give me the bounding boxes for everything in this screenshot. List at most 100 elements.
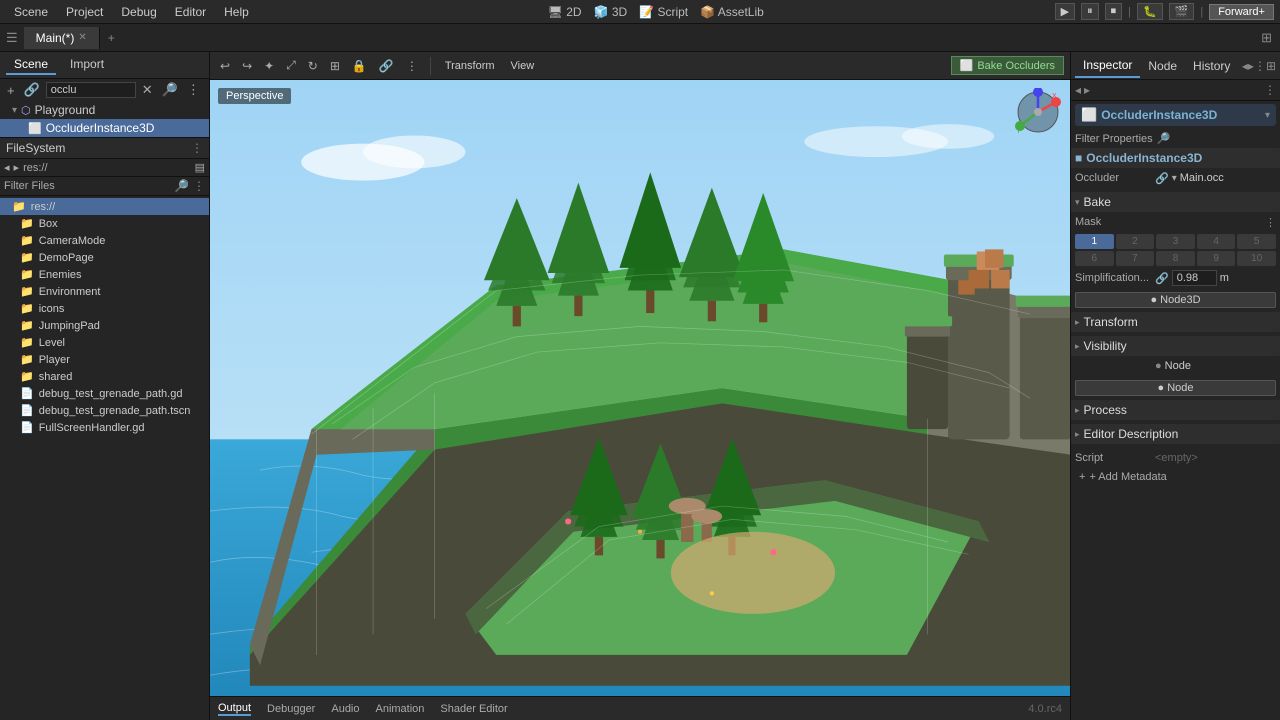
menu-debug[interactable]: Debug xyxy=(113,3,164,21)
mask-cell-4[interactable]: 4 xyxy=(1197,234,1236,249)
simplification-value[interactable]: 🔗 m xyxy=(1155,270,1276,286)
fs-breadcrumb-arrow[interactable]: ◂ xyxy=(4,161,10,174)
scene-more-button[interactable]: ⋮ xyxy=(184,81,203,99)
fs-item-demo[interactable]: 📁 DemoPage xyxy=(0,249,209,266)
simplification-input[interactable] xyxy=(1172,270,1217,286)
mask-cell-1[interactable]: 1 xyxy=(1075,234,1114,249)
bake-occluders-button[interactable]: ⬜ Bake Occluders xyxy=(951,56,1064,75)
process-section-header[interactable]: ▸ Process xyxy=(1071,400,1280,420)
node-tab[interactable]: Node xyxy=(1140,55,1185,77)
collapse-left-panel[interactable]: ☰ xyxy=(0,26,24,50)
menu-help[interactable]: Help xyxy=(216,3,257,21)
fs-item-icons[interactable]: 📁 icons xyxy=(0,300,209,317)
pause-button[interactable]: ⏸ xyxy=(1081,3,1099,20)
tab-3d[interactable]: 🧊 3D xyxy=(594,5,628,19)
menu-editor[interactable]: Editor xyxy=(167,3,214,21)
rotate-tool[interactable]: ↻ xyxy=(304,57,322,75)
play-button[interactable]: ▶ xyxy=(1055,3,1075,20)
right-toolbar-more[interactable]: ⋮ xyxy=(1264,83,1276,97)
fs-item-box[interactable]: 📁 Box xyxy=(0,215,209,232)
tab-2d[interactable]: 🖥 2D xyxy=(548,5,582,19)
fs-item-grenade-gd[interactable]: 📄 debug_test_grenade_path.gd xyxy=(0,385,209,402)
menu-project[interactable]: Project xyxy=(58,3,111,21)
simplification-link[interactable]: 🔗 xyxy=(1155,272,1169,285)
fs-item-shared[interactable]: 📁 shared xyxy=(0,368,209,385)
tab-assetlib[interactable]: 📦 AssetLib xyxy=(700,5,764,19)
tab-script[interactable]: 📝 Script xyxy=(639,5,688,19)
main-tab-close[interactable]: ✕ xyxy=(78,32,86,43)
add-metadata-button[interactable]: + + Add Metadata xyxy=(1071,468,1280,486)
mask-cell-7[interactable]: 7 xyxy=(1116,251,1155,266)
movie-button[interactable]: 🎬 xyxy=(1169,3,1195,20)
history-tab[interactable]: History xyxy=(1185,55,1238,77)
fs-more-button[interactable]: ⋮ xyxy=(191,141,203,155)
scene-search-clear[interactable]: ✕ xyxy=(139,81,156,99)
shader-editor-tab[interactable]: Shader Editor xyxy=(440,703,507,715)
mask-cell-3[interactable]: 3 xyxy=(1156,234,1195,249)
animation-tab[interactable]: Animation xyxy=(376,703,425,715)
move-tool[interactable]: ⤢ xyxy=(282,56,300,75)
fs-list-toggle[interactable]: ▤ xyxy=(195,161,205,174)
lock-button[interactable]: 🔒 xyxy=(348,57,371,75)
filter-search-icon[interactable]: 🔎 xyxy=(1157,132,1171,145)
debug-button[interactable]: 🐛 xyxy=(1137,3,1163,20)
instance-node-button[interactable]: 🔗 xyxy=(21,81,43,99)
transform-button[interactable]: Transform xyxy=(439,58,501,74)
bake-section-header[interactable]: ▾ Bake xyxy=(1071,192,1280,212)
scale-tool[interactable]: ⊞ xyxy=(326,57,344,75)
fs-item-camera[interactable]: 📁 CameraMode xyxy=(0,232,209,249)
audio-tab[interactable]: Audio xyxy=(331,703,359,715)
debugger-tab[interactable]: Debugger xyxy=(267,703,315,715)
editor-desc-header[interactable]: ▸ Editor Description xyxy=(1071,424,1280,444)
fs-item-environment[interactable]: 📁 Environment xyxy=(0,283,209,300)
output-tab[interactable]: Output xyxy=(218,702,251,716)
occluder-expand-icon[interactable]: ▾ xyxy=(1172,173,1177,184)
right-panel-more[interactable]: ⋮ xyxy=(1254,59,1266,73)
fs-item-enemies[interactable]: 📁 Enemies xyxy=(0,266,209,283)
object-history-next[interactable]: ▸ xyxy=(1084,83,1090,97)
fs-item-res[interactable]: 📁 res:// xyxy=(0,198,209,215)
fs-item-jumpingpad[interactable]: 📁 JumpingPad xyxy=(0,317,209,334)
stop-button[interactable]: ⏹ xyxy=(1105,3,1123,20)
fs-breadcrumb-arrow2[interactable]: ▸ xyxy=(14,161,20,174)
snap-button[interactable]: ⋮ xyxy=(402,57,422,75)
fs-item-level[interactable]: 📁 Level xyxy=(0,334,209,351)
menu-scene[interactable]: Scene xyxy=(6,3,56,21)
scene-filter-button[interactable]: 🔎 xyxy=(159,81,181,99)
mask-cell-8[interactable]: 8 xyxy=(1156,251,1195,266)
scene-tab[interactable]: Scene xyxy=(6,55,56,75)
right-panel-expand[interactable]: ⊞ xyxy=(1266,59,1276,73)
transform-section-header[interactable]: ▸ Transform xyxy=(1071,312,1280,332)
inspector-scroll[interactable]: ■ OccluderInstance3D Occluder 🔗 ▾ Main.o… xyxy=(1071,148,1280,720)
undo-button[interactable]: ↩ xyxy=(216,57,234,75)
view-button[interactable]: View xyxy=(505,58,541,74)
fs-item-grenade-tscn[interactable]: 📄 debug_test_grenade_path.tscn xyxy=(0,402,209,419)
redo-button[interactable]: ↪ xyxy=(238,57,256,75)
forward-button[interactable]: Forward+ xyxy=(1209,4,1274,20)
group-button[interactable]: 🔗 xyxy=(375,57,398,75)
fs-filter-more[interactable]: ⋮ xyxy=(193,179,205,193)
mask-cell-2[interactable]: 2 xyxy=(1116,234,1155,249)
mask-cell-9[interactable]: 9 xyxy=(1197,251,1236,266)
fs-filter-icon[interactable]: 🔎 xyxy=(174,179,189,193)
add-node-button[interactable]: + xyxy=(4,82,18,99)
mask-cell-6[interactable]: 6 xyxy=(1075,251,1114,266)
inspector-tab[interactable]: Inspector xyxy=(1075,54,1140,78)
occluder-section-header[interactable]: ■ OccluderInstance3D xyxy=(1071,148,1280,168)
mask-cell-5[interactable]: 5 xyxy=(1237,234,1276,249)
object-history-prev[interactable]: ◂ xyxy=(1075,83,1081,97)
visibility-section-header[interactable]: ▸ Visibility xyxy=(1071,336,1280,356)
mask-more[interactable]: ⋮ xyxy=(1265,216,1276,229)
fs-item-fullscreen[interactable]: 📄 FullScreenHandler.gd xyxy=(0,419,209,436)
viewport[interactable]: Perspective X Y Z xyxy=(210,80,1070,696)
main-tab[interactable]: Main(*) ✕ xyxy=(24,27,100,49)
add-tab-button[interactable]: + xyxy=(100,27,123,49)
import-tab[interactable]: Import xyxy=(62,55,112,75)
fs-item-player[interactable]: 📁 Player xyxy=(0,351,209,368)
scene-search-input[interactable] xyxy=(46,82,136,98)
occluder-link-icon[interactable]: 🔗 xyxy=(1155,172,1169,185)
tree-item-playground[interactable]: ▾ ⬡ Playground xyxy=(0,101,209,119)
layout-button[interactable]: ⊞ xyxy=(1253,30,1280,46)
tree-item-occluder[interactable]: ⬜ OccluderInstance3D xyxy=(0,119,209,137)
select-tool[interactable]: ✦ xyxy=(260,57,278,75)
